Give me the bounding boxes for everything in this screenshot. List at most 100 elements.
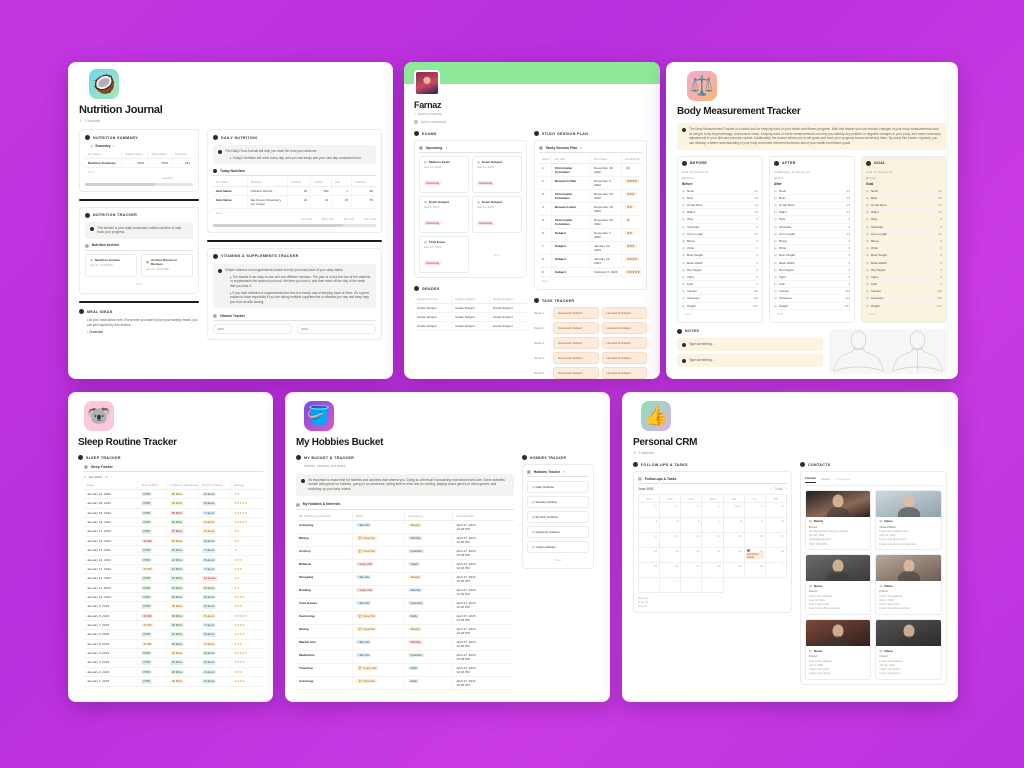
column-chip[interactable]: ▤ Before [682, 176, 758, 180]
calendar-day-cell[interactable]: 10 [765, 518, 787, 533]
measure-row[interactable]: ▤ Inseam 110 [774, 288, 850, 296]
task-chip[interactable]: Homework Subject [601, 352, 647, 365]
note-item[interactable]: Type something... [677, 353, 823, 367]
table-row[interactable]: Card Games I like this Quarterly April 27, … [296, 598, 514, 612]
table-row[interactable]: 7 Subject January 10, 2023 ★★★ [539, 241, 642, 255]
calendar-day-cell[interactable]: 21 [702, 548, 724, 563]
table-row[interactable]: Grade Subject Grade Subject Grade Subjec… [414, 312, 527, 322]
measure-row[interactable]: ▤ Hip Height 3 [774, 267, 850, 274]
table-row[interactable]: Item Name Chicken Alfredo 91 150 1 28 [213, 186, 376, 197]
tab-family[interactable]: Family [821, 477, 830, 481]
table-row[interactable]: January 14, 2023 8 PM 12 Mins 8 Hours ★★★ [84, 555, 263, 565]
exams-db-title[interactable]: ▦ Upcoming ▾ [419, 145, 522, 153]
table-row[interactable]: January 13, 2023 10 PM 12 Mins 7 Hours ★★★ [84, 564, 263, 575]
calendar-day-cell[interactable]: 28 [639, 503, 661, 518]
table-row[interactable]: January 16, 2023 10 AM 60 Mins 9 Hours ★★ [84, 536, 263, 547]
hobby-tracker-item[interactable]: ▤ Yearly Hobbies [527, 541, 589, 553]
table-row[interactable]: Martial Arts I like this Monthly April 27, … [296, 637, 514, 651]
contact-card[interactable]: ▤ Name Friend Insert note address Mar 4, 199… [875, 554, 942, 615]
add-property[interactable]: + Add a property [414, 112, 650, 116]
table-row[interactable]: January 6, 2023 8 PM 10 Mins 8 Hours ★★★★ [84, 629, 263, 640]
db-toolbar[interactable]: ⋮ ▦ Summary ▾ [85, 144, 193, 148]
table-row[interactable]: January 7, 2023 12 PM 20 Mins 7 Hours ★★★★ [84, 620, 263, 631]
table-row[interactable]: January 8, 2023 10 AM 15 Mins 5 Hours ★★★★★ [84, 611, 263, 622]
calendar-day-cell[interactable]: 28 [702, 563, 724, 578]
table-row[interactable]: January 4, 2023 8 PM 30 Mins 9 Hours ★★★★★ [84, 648, 263, 659]
table-row[interactable]: Grade Subject Grade Subject Grade Subjec… [414, 321, 527, 331]
calendar-day-cell[interactable]: 4 [639, 518, 661, 533]
task-chip[interactable]: Homework Subject [553, 367, 599, 379]
table-row[interactable]: 8 Subject January 24, 2023 ★★★★ [539, 254, 642, 268]
measure-row[interactable]: ▤ Bust Height 3 [682, 252, 758, 260]
measure-row[interactable]: ▤ Bust 15 [866, 195, 942, 202]
table-row[interactable]: January 5, 2023 11 PM 25 Mins 6 Hours ★★★ [84, 639, 263, 650]
measure-row[interactable]: ▤ Tight 3 [682, 274, 758, 281]
calendar-day-cell[interactable]: 4 [681, 578, 703, 593]
table-row[interactable]: January 21, 2023 8 PM 30 Mins 9 Hours ★★ [84, 489, 263, 500]
measure-row[interactable]: ▤ Wrist 3 [682, 245, 758, 253]
measure-row[interactable]: ▤ Shoulder 3 [866, 224, 942, 231]
contact-card[interactable]: ▤ Mehdi Friend 21 Mangowood, Toronto, Ontar… [804, 489, 872, 551]
calendar-day-cell[interactable]: 25 [639, 563, 661, 578]
measure-row[interactable]: ▤ Wrist 3 [774, 245, 850, 253]
calendar-day-cell[interactable]: 24 [765, 548, 787, 563]
calendar-day-cell[interactable]: 12 [660, 533, 682, 548]
prev-month-button[interactable]: ‹ [770, 487, 771, 491]
table-row[interactable]: January 2, 2023 8 PM 20 Mins 9 Hours ★★★ [84, 667, 263, 678]
measure-row[interactable]: ▤ Outseam 110 [774, 295, 850, 303]
table-row[interactable]: 3 Christopher Columbus November 25, 2022 ★★… [539, 189, 642, 203]
table-row[interactable]: Billiards I enjoy this Yearly April 27, 202… [296, 559, 514, 573]
week-row[interactable]: Week 3 Homework Subject Homework Subject [534, 337, 647, 350]
measure-row[interactable]: ▤ Waist 13 [774, 209, 850, 217]
measure-row[interactable]: ▤ Arm Length 12 [774, 231, 850, 238]
calendar-day-cell[interactable]: 5 [702, 578, 724, 593]
measure-row[interactable]: ▤ Hips 3 [682, 216, 758, 224]
calendar-day-cell[interactable]: 16 [744, 533, 766, 548]
measure-row[interactable]: ▤ Neck 12 [774, 188, 850, 195]
calendar-day-cell[interactable]: 8 [723, 518, 745, 533]
add-new-row[interactable]: New [85, 168, 193, 176]
calendar-day-cell[interactable]: 3 [765, 503, 787, 518]
contacts-tabs[interactable]: Friends Family Colleagues [804, 476, 942, 486]
measure-row[interactable]: ▤ Tight 3 [866, 274, 942, 281]
measure-row[interactable]: ▤ Height 167 [866, 303, 942, 310]
table-row[interactable]: Item Name Ela Cream Strawberry Ice Cream… [213, 195, 376, 210]
task-chip[interactable]: Homework Subject [553, 337, 599, 350]
calendar-day-cell[interactable]: 13 [681, 533, 703, 548]
calendar-day-cell[interactable]: 1 [765, 563, 787, 578]
vitamin-tracker-db-title[interactable]: ▦ Vitamin Tracker [213, 313, 376, 322]
horizontal-scrollbar[interactable] [85, 183, 193, 186]
measure-row[interactable]: ▤ Back Width 3 [774, 259, 850, 267]
calendar-day-cell[interactable]: 7 [702, 518, 724, 533]
add-new-row[interactable]: New [774, 310, 850, 318]
note-item[interactable]: Type something... [677, 337, 823, 351]
column-chip[interactable]: ▤ After [774, 176, 850, 180]
archive-card[interactable]: ▤ Nutrition Archive Apr 27, 12:30 PM [85, 253, 137, 277]
task-chip[interactable]: Homework Subject [553, 307, 599, 320]
add-new-row[interactable]: New [213, 209, 376, 217]
calendar-day-cell[interactable]: 14 [702, 533, 724, 548]
table-row[interactable]: Astrology 🏆 I love this Daily April 27, 202… [296, 676, 514, 690]
contact-card[interactable]: ▤ Name Friend Insert note address Jan 9, 199… [804, 619, 872, 680]
grades-table[interactable]: Modern Period Grade Subject Grade Subjec… [414, 295, 527, 331]
table-row[interactable]: January 1, 2023 8 PM 30 Mins 8 Hours ★★★★ [84, 676, 263, 687]
study-session-table[interactable]: Order Ax Title Due Date Level (0-5) 1 Chr… [539, 155, 642, 278]
table-row[interactable]: 5 Christopher Columbus November 30, 2022 ★ [539, 215, 642, 229]
measure-row[interactable]: ▤ Height 167 [774, 303, 850, 310]
calendar-day-cell[interactable]: 6 [681, 518, 703, 533]
table-row[interactable]: Archery 🏆 I love this Quarterly April 27, 2… [296, 546, 514, 560]
measure-row[interactable]: ▤ Under Bust 14 [774, 202, 850, 210]
table-row[interactable]: Bowling I enjoy this Monthly April 27, 2023… [296, 585, 514, 599]
table-row[interactable]: Nutrition Summary 2912 7628 231 [85, 158, 193, 168]
week-row[interactable]: Week 2 Homework Subject Homework Subject [534, 322, 647, 335]
add-new-card[interactable]: New [527, 556, 589, 564]
table-row[interactable]: January 11, 2023 8 PM 10 Mins 9 Hours ★★ [84, 583, 263, 593]
today-button[interactable]: Today [774, 487, 783, 491]
hobbies-tracker-db-title[interactable]: ▦ Hobbies Tracker ▾ [527, 469, 589, 477]
measure-row[interactable]: ▤ Height 167 [682, 303, 758, 310]
measure-row[interactable]: ▤ Neck 12 [866, 188, 942, 195]
table-row[interactable]: Meditation I like this Quarterly April 27, … [296, 650, 514, 664]
measure-row[interactable]: ▤ Bust Height 3 [866, 252, 942, 260]
card-body-measurement[interactable]: ⚖️ Body Measurement Tracker The Body Mea… [666, 62, 958, 379]
table-row[interactable]: January 17, 2023 8 PM 70 Mins 5 Hours ★★ [84, 526, 263, 537]
